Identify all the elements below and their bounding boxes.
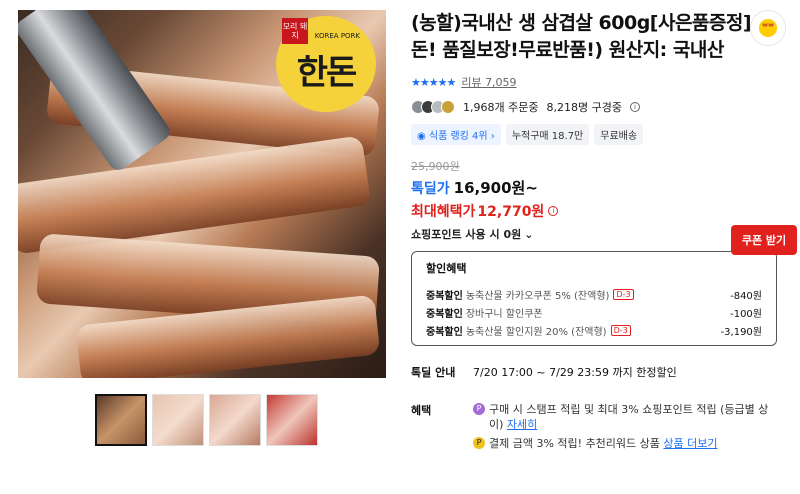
discount-deadline-tag: D-3 bbox=[610, 324, 631, 336]
deal-info-row: 톡딜 안내 7/20 17:00 ~ 7/29 23:59 까지 한정할인 bbox=[411, 364, 781, 380]
points-text: 쇼핑포인트 사용 시 0원 bbox=[411, 228, 522, 241]
benefit-text: 결제 금액 3% 적립! 추천리워드 상품 bbox=[489, 437, 660, 450]
reward-icon: P bbox=[473, 437, 485, 449]
discount-amount: -840원 bbox=[730, 290, 762, 302]
thumbnail-3[interactable] bbox=[209, 394, 261, 446]
discount-row: 중복할인 농축산물 카카오쿠폰 5% (잔액형) D-3 -840원 bbox=[426, 285, 762, 303]
original-price: 25,900원 bbox=[411, 160, 460, 173]
discount-box: 할인혜택 중복할인 농축산물 카카오쿠폰 5% (잔액형) D-3 -840원 … bbox=[411, 251, 777, 346]
benefit-section: 혜택 P 구매 시 스탬프 적립 및 최대 3% 쇼핑포인트 적립 (등급별 상… bbox=[411, 402, 781, 455]
cumulative-purchase-badge: 누적구매 18.7만 bbox=[505, 124, 590, 145]
star-rating-icon: ★★★★★ bbox=[411, 75, 456, 89]
stats-row: 1,968개 주문중 8,218명 구경중 i bbox=[411, 99, 781, 115]
logo-text: 한돈 bbox=[296, 52, 358, 93]
more-products-link[interactable]: 상품 더보기 bbox=[663, 437, 717, 450]
logo-subtitle: KOREA PORK bbox=[314, 32, 360, 40]
thumbnail-4[interactable] bbox=[266, 394, 318, 446]
point-icon: P bbox=[473, 403, 485, 415]
deal-price-value: 16,900원~ bbox=[453, 179, 538, 197]
details-link[interactable]: 자세히 bbox=[507, 418, 537, 431]
discount-amount: -3,190원 bbox=[720, 326, 762, 338]
discount-title: 할인혜택 bbox=[426, 262, 467, 275]
main-product-image[interactable]: 모리 돼지 KOREA PORK 한돈 bbox=[18, 10, 386, 378]
discount-type: 중복할인 bbox=[426, 290, 463, 302]
live-icon: ʷʷ bbox=[759, 19, 777, 37]
review-link[interactable]: 리뷰 7,059 bbox=[461, 74, 516, 90]
benefit-item: P 구매 시 스탬프 적립 및 최대 3% 쇼핑포인트 적립 (등급별 상이) … bbox=[473, 402, 781, 432]
rating-row: ★★★★★ 리뷰 7,059 bbox=[411, 74, 781, 90]
brand-logo: 모리 돼지 KOREA PORK 한돈 bbox=[276, 16, 376, 112]
ranking-badge[interactable]: ◉ 식품 랭킹 4위 › bbox=[411, 124, 501, 145]
avatar bbox=[441, 100, 455, 114]
discount-type: 중복할인 bbox=[426, 308, 463, 320]
max-benefit-label: 최대혜택가 bbox=[411, 204, 476, 220]
orders-count: 1,968개 주문중 bbox=[463, 101, 539, 114]
benefit-items: P 구매 시 스탬프 적립 및 최대 3% 쇼핑포인트 적립 (등급별 상이) … bbox=[473, 402, 781, 455]
chevron-down-icon: ⌄ bbox=[524, 227, 534, 241]
info-icon[interactable]: i bbox=[629, 102, 640, 112]
buyer-avatars bbox=[411, 100, 455, 114]
max-benefit-info-icon[interactable]: i bbox=[548, 206, 559, 216]
deal-info-label: 톡딜 안내 bbox=[411, 366, 456, 379]
floating-action-button[interactable]: ʷʷ bbox=[750, 10, 786, 46]
benefit-label: 혜택 bbox=[411, 404, 432, 417]
product-gallery: 모리 돼지 KOREA PORK 한돈 bbox=[18, 10, 386, 446]
benefit-item: P 결제 금액 3% 적립! 추천리워드 상품 상품 더보기 bbox=[473, 436, 781, 451]
thumbnail-1[interactable] bbox=[95, 394, 147, 446]
discount-row: 중복할인 농축산물 할인지원 20% (잔액형) D-3 -3,190원 bbox=[426, 321, 762, 339]
max-benefit-price: 12,770원 bbox=[477, 204, 545, 220]
discount-deadline-tag: D-3 bbox=[613, 288, 634, 300]
product-info: (농할)국내산 생 삼겹살 600g[사은품증정](한돈! 품질보장!무료반품!… bbox=[411, 10, 781, 455]
discount-type: 중복할인 bbox=[426, 326, 463, 338]
discount-name: 농축산물 할인지원 20% (잔액형) bbox=[465, 326, 607, 338]
deal-price-row: 톡딜가 16,900원~ bbox=[411, 177, 781, 198]
discount-amount: -100원 bbox=[730, 308, 762, 320]
badge-row: ◉ 식품 랭킹 4위 › 누적구매 18.7만 무료배송 bbox=[411, 124, 781, 145]
logo-seal: 모리 돼지 bbox=[282, 18, 308, 44]
deal-price-label: 톡딜가 bbox=[411, 181, 450, 197]
viewers-count: 8,218명 구경중 bbox=[546, 101, 622, 114]
discount-row: 중복할인 장바구니 할인쿠폰 -100원 bbox=[426, 303, 762, 321]
thumbnail-list bbox=[95, 394, 386, 446]
free-shipping-badge: 무료배송 bbox=[594, 124, 644, 145]
product-title: (농할)국내산 생 삼겹살 600g[사은품증정](한돈! 품질보장!무료반품!… bbox=[411, 12, 777, 61]
max-benefit-row: 최대혜택가 12,770원 i bbox=[411, 201, 781, 221]
coupon-button[interactable]: 쿠폰 받기 bbox=[731, 225, 797, 255]
discount-name: 장바구니 할인쿠폰 bbox=[465, 308, 543, 320]
thumbnail-2[interactable] bbox=[152, 394, 204, 446]
discount-name: 농축산물 카카오쿠폰 5% (잔액형) bbox=[465, 290, 610, 302]
points-dropdown[interactable]: 쇼핑포인트 사용 시 0원 ⌄ bbox=[411, 226, 781, 242]
deal-info-text: 7/20 17:00 ~ 7/29 23:59 까지 한정할인 bbox=[473, 366, 677, 379]
